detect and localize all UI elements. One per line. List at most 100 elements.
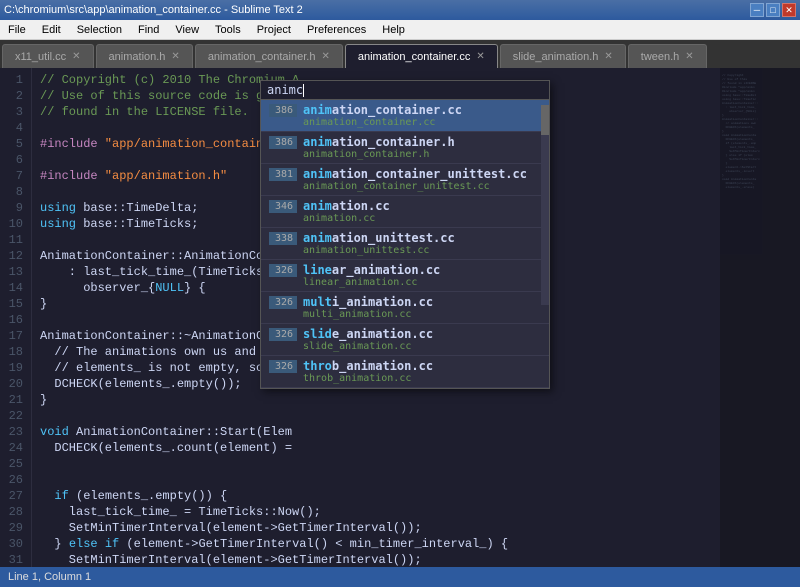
line-number: 17 bbox=[4, 328, 23, 344]
line-number: 2 bbox=[4, 88, 23, 104]
autocomplete-item[interactable]: 338 animation_unittest.cc animation_unit… bbox=[261, 228, 549, 260]
tab-bar: x11_util.cc ✕ animation.h ✕ animation_co… bbox=[0, 40, 800, 68]
code-line bbox=[40, 456, 712, 472]
titlebar-controls: ─ □ ✕ bbox=[750, 3, 796, 17]
line-number: 29 bbox=[4, 520, 23, 536]
code-line: } bbox=[40, 392, 712, 408]
tab-animation-container-h[interactable]: animation_container.h ✕ bbox=[195, 44, 343, 68]
line-number: 18 bbox=[4, 344, 23, 360]
scrollbar-thumb[interactable] bbox=[541, 105, 549, 135]
ac-score-badge: 326 bbox=[269, 264, 297, 277]
minimize-button[interactable]: ─ bbox=[750, 3, 764, 17]
ac-item-main: animation_unittest.cc bbox=[303, 231, 455, 245]
autocomplete-item[interactable]: 386 animation_container.h animation_cont… bbox=[261, 132, 549, 164]
autocomplete-item[interactable]: 326 multi_animation.cc multi_animation.c… bbox=[261, 292, 549, 324]
statusbar: Line 1, Column 1 bbox=[0, 567, 800, 587]
line-number: 31 bbox=[4, 552, 23, 567]
autocomplete-item[interactable]: 326 throb_animation.cc throb_animation.c… bbox=[261, 356, 549, 388]
ac-item-sub: animation_container_unittest.cc bbox=[303, 181, 541, 192]
ac-score-badge: 381 bbox=[269, 168, 297, 181]
code-line: DCHECK(elements_.count(element) = bbox=[40, 440, 712, 456]
code-line: SetMinTimerInterval(element->GetTimerInt… bbox=[40, 552, 712, 567]
ac-item-main: throb_animation.cc bbox=[303, 359, 433, 373]
ac-item-sub: throb_animation.cc bbox=[303, 373, 541, 384]
autocomplete-item[interactable]: 381 animation_container_unittest.cc anim… bbox=[261, 164, 549, 196]
close-button[interactable]: ✕ bbox=[782, 3, 796, 17]
tab-slide-animation-h[interactable]: slide_animation.h ✕ bbox=[500, 44, 626, 68]
maximize-button[interactable]: □ bbox=[766, 3, 780, 17]
ac-score-badge: 326 bbox=[269, 296, 297, 309]
titlebar: C:\chromium\src\app\animation_container.… bbox=[0, 0, 800, 20]
tab-close-icon[interactable]: ✕ bbox=[685, 51, 693, 62]
editor-area: 1234567891011121314151617181920212223242… bbox=[0, 68, 800, 567]
ac-item-main: multi_animation.cc bbox=[303, 295, 433, 309]
autocomplete-dropdown[interactable]: animc 386 animation_container.cc animati… bbox=[260, 80, 550, 389]
line-number: 28 bbox=[4, 504, 23, 520]
menu-find[interactable]: Find bbox=[130, 20, 167, 39]
autocomplete-item[interactable]: 346 animation.cc animation.cc bbox=[261, 196, 549, 228]
line-number: 19 bbox=[4, 360, 23, 376]
ac-item-main: animation.cc bbox=[303, 199, 390, 213]
ac-score-badge: 386 bbox=[269, 104, 297, 117]
ac-item-sub: animation_unittest.cc bbox=[303, 245, 541, 256]
menu-file[interactable]: File bbox=[0, 20, 34, 39]
line-number: 26 bbox=[4, 472, 23, 488]
line-number: 20 bbox=[4, 376, 23, 392]
menu-edit[interactable]: Edit bbox=[34, 20, 69, 39]
ac-item-main: linear_animation.cc bbox=[303, 263, 440, 277]
line-number: 12 bbox=[4, 248, 23, 264]
line-number: 13 bbox=[4, 264, 23, 280]
menu-selection[interactable]: Selection bbox=[69, 20, 130, 39]
minimap-content: // Copyright // Use of this // found in … bbox=[720, 68, 800, 196]
menu-preferences[interactable]: Preferences bbox=[299, 20, 374, 39]
ac-item-main: animation_container_unittest.cc bbox=[303, 167, 527, 181]
tab-close-icon[interactable]: ✕ bbox=[72, 51, 80, 62]
line-number: 4 bbox=[4, 120, 23, 136]
tab-close-icon[interactable]: ✕ bbox=[171, 51, 179, 62]
line-number: 30 bbox=[4, 536, 23, 552]
titlebar-title: C:\chromium\src\app\animation_container.… bbox=[4, 4, 303, 16]
code-line: } else if (element->GetTimerInterval() <… bbox=[40, 536, 712, 552]
tab-close-icon[interactable]: ✕ bbox=[321, 51, 329, 62]
tab-animation-h[interactable]: animation.h ✕ bbox=[96, 44, 193, 68]
line-number: 7 bbox=[4, 168, 23, 184]
line-number: 16 bbox=[4, 312, 23, 328]
code-line: void AnimationContainer::Start(Elem bbox=[40, 424, 712, 440]
line-number: 15 bbox=[4, 296, 23, 312]
line-number: 6 bbox=[4, 152, 23, 168]
menu-help[interactable]: Help bbox=[374, 20, 413, 39]
autocomplete-scrollbar[interactable] bbox=[541, 105, 549, 305]
line-number: 3 bbox=[4, 104, 23, 120]
tab-animation-container-cc[interactable]: animation_container.cc ✕ bbox=[345, 44, 498, 68]
cursor-icon bbox=[303, 84, 304, 97]
menu-tools[interactable]: Tools bbox=[207, 20, 249, 39]
ac-item-main: animation_container.cc bbox=[303, 103, 462, 117]
line-numbers: 1234567891011121314151617181920212223242… bbox=[0, 68, 32, 567]
ac-score-badge: 326 bbox=[269, 360, 297, 373]
tab-tween-h[interactable]: tween.h ✕ bbox=[628, 44, 707, 68]
autocomplete-item[interactable]: 386 animation_container.cc animation_con… bbox=[261, 100, 549, 132]
tab-x11-util[interactable]: x11_util.cc ✕ bbox=[2, 44, 94, 68]
cursor-position: Line 1, Column 1 bbox=[8, 571, 91, 583]
code-line: last_tick_time_ = TimeTicks::Now(); bbox=[40, 504, 712, 520]
tab-close-icon[interactable]: ✕ bbox=[476, 51, 484, 62]
line-number: 8 bbox=[4, 184, 23, 200]
autocomplete-item[interactable]: 326 slide_animation.cc slide_animation.c… bbox=[261, 324, 549, 356]
autocomplete-item[interactable]: 326 linear_animation.cc linear_animation… bbox=[261, 260, 549, 292]
line-number: 14 bbox=[4, 280, 23, 296]
ac-item-main: slide_animation.cc bbox=[303, 327, 433, 341]
tab-close-icon[interactable]: ✕ bbox=[604, 51, 612, 62]
ac-score-badge: 338 bbox=[269, 232, 297, 245]
menu-project[interactable]: Project bbox=[249, 20, 299, 39]
ac-item-main: animation_container.h bbox=[303, 135, 455, 149]
line-number: 24 bbox=[4, 440, 23, 456]
menu-view[interactable]: View bbox=[167, 20, 207, 39]
code-line: SetMinTimerInterval(element->GetTimerInt… bbox=[40, 520, 712, 536]
ac-score-badge: 346 bbox=[269, 200, 297, 213]
ac-item-sub: linear_animation.cc bbox=[303, 277, 541, 288]
line-number: 1 bbox=[4, 72, 23, 88]
ac-item-sub: slide_animation.cc bbox=[303, 341, 541, 352]
minimap: // Copyright // Use of this // found in … bbox=[720, 68, 800, 567]
code-line: if (elements_.empty()) { bbox=[40, 488, 712, 504]
autocomplete-input[interactable]: animc bbox=[261, 81, 549, 100]
